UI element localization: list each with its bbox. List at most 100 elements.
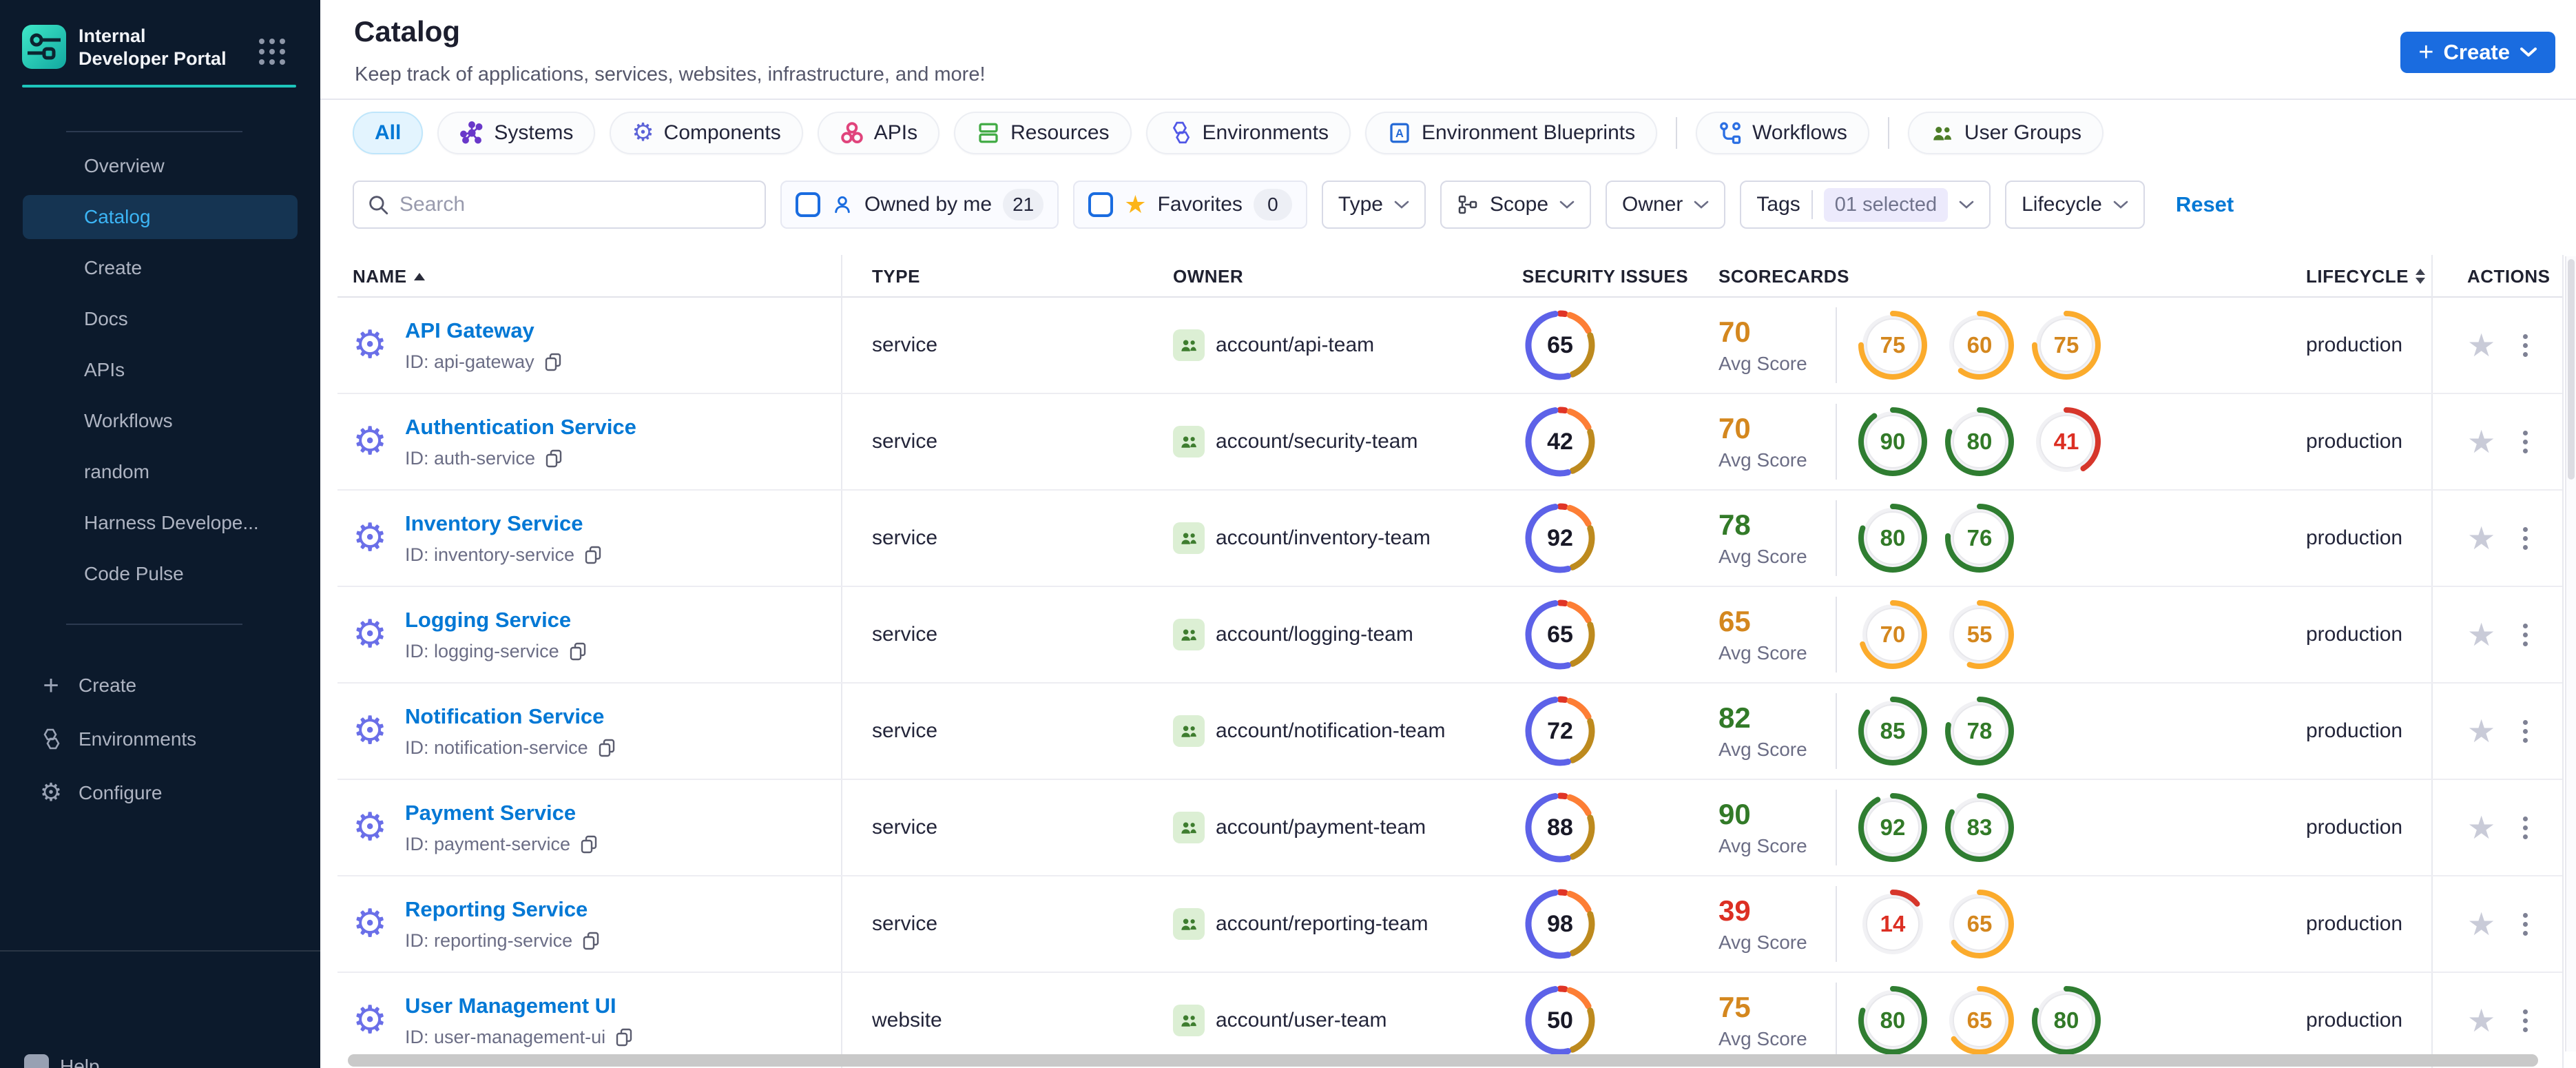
copy-icon[interactable] [543,448,564,469]
kebab-menu-icon[interactable] [2523,912,2528,936]
kebab-menu-icon[interactable] [2523,333,2528,357]
sidebar-item-docs[interactable]: Docs [0,294,320,345]
search-input[interactable] [399,193,752,216]
tags-dropdown[interactable]: Tags 01 selected [1740,181,1991,229]
tab-apis[interactable]: APIs [817,112,940,154]
score-divider [1836,500,1837,576]
sidebar-item-workflows[interactable]: Workflows [0,396,320,446]
scorecard-ring: 90 [1855,404,1931,480]
favorite-star-icon[interactable]: ★ [2467,522,2495,554]
entity-name-link[interactable]: Logging Service [405,608,588,633]
favorite-star-icon[interactable]: ★ [2467,1005,2495,1036]
favorite-star-icon[interactable]: ★ [2467,329,2495,361]
sidebar-footer-environments[interactable]: Environments [0,712,320,766]
sidebar-item-code-pulse[interactable]: Code Pulse [0,548,320,599]
component-gear-icon: ⚙ [353,805,388,850]
sidebar-item-harness-developer[interactable]: Harness Develope... [0,497,320,548]
kebab-menu-icon[interactable] [2523,1009,2528,1032]
score-divider [1836,886,1837,962]
tab-environments[interactable]: Environments [1145,112,1351,154]
column-header-owner: OWNER [1173,265,1244,287]
help-label: Help [60,1056,100,1068]
reset-filters-link[interactable]: Reset [2176,192,2234,217]
favorite-star-icon[interactable]: ★ [2467,812,2495,843]
favorite-star-icon[interactable]: ★ [2467,715,2495,747]
copy-icon[interactable] [579,834,599,854]
kebab-menu-icon[interactable] [2523,719,2528,743]
kebab-menu-icon[interactable] [2523,526,2528,550]
kebab-menu-icon[interactable] [2523,816,2528,839]
entity-type: service [872,333,938,356]
scorecard-ring: 14 [1855,886,1931,962]
tab-environment-blueprints[interactable]: A Environment Blueprints [1364,112,1658,154]
sidebar-footer-nav: + Create Environments ⚙ Configure [0,659,320,820]
component-gear-icon: ⚙ [353,419,388,464]
favorite-star-icon[interactable]: ★ [2467,619,2495,650]
chevron-down-icon [1694,201,1709,209]
sidebar-item-apis[interactable]: APIs [0,345,320,396]
entity-name-link[interactable]: Payment Service [405,801,599,825]
sidebar-item-catalog[interactable]: Catalog [23,195,298,239]
entity-id: ID: api-gateway [405,351,534,372]
column-header-lifecycle[interactable]: LIFECYCLE [2294,255,2431,298]
favorite-star-icon[interactable]: ★ [2467,908,2495,940]
sidebar-footer-create[interactable]: + Create [0,659,320,712]
chevron-down-icon [1559,201,1575,209]
favorites-count-badge: 0 [1253,189,1292,220]
copy-icon[interactable] [596,737,617,758]
entity-lifecycle: production [2306,430,2403,453]
copy-icon[interactable] [543,351,563,372]
horizontal-scrollbar[interactable] [348,1054,2538,1067]
sidebar-item-help[interactable]: Help [24,1054,100,1068]
favorites-filter[interactable]: ★ Favorites 0 [1073,181,1307,229]
resources-icon [979,123,998,143]
tab-user-groups[interactable]: User Groups [1907,112,2104,154]
favorites-checkbox[interactable] [1088,192,1114,217]
owned-by-me-filter[interactable]: Owned by me 21 [780,181,1059,229]
apps-grid-icon[interactable] [259,39,285,65]
sidebar-item-create[interactable]: Create [0,243,320,294]
kebab-menu-icon[interactable] [2523,430,2528,453]
sidebar-item-random[interactable]: random [0,446,320,497]
entity-name-link[interactable]: Inventory Service [405,511,603,536]
tab-components[interactable]: ⚙ Components [610,112,803,154]
entity-id: ID: reporting-service [405,930,573,951]
owner-dropdown[interactable]: Owner [1606,181,1726,229]
tab-all[interactable]: All [353,112,424,154]
component-gear-icon: ⚙ [353,515,388,560]
copy-icon[interactable] [568,641,588,661]
column-header-name[interactable]: NAME [337,255,842,298]
tab-systems[interactable]: Systems [437,112,596,154]
table-row: ⚙ Authentication Service ID: auth-servic… [337,394,2562,491]
tab-workflows[interactable]: Workflows [1696,112,1869,154]
copy-icon[interactable] [614,1027,634,1047]
table-row: ⚙ Inventory Service ID: inventory-servic… [337,491,2562,587]
owned-by-me-checkbox[interactable] [796,192,820,217]
entity-name-link[interactable]: Authentication Service [405,415,636,440]
avg-score: 70 Avg Score [1718,412,1807,471]
type-dropdown[interactable]: Type [1321,181,1426,229]
entity-lifecycle: production [2306,719,2403,742]
favorite-star-icon[interactable]: ★ [2467,426,2495,458]
entity-name-link[interactable]: User Management UI [405,994,634,1018]
kebab-menu-icon[interactable] [2523,623,2528,646]
copy-icon[interactable] [583,544,603,565]
entity-owner: account/inventory-team [1143,491,1502,586]
scorecard-ring: 85 [1855,693,1931,769]
scope-dropdown[interactable]: Scope [1440,181,1592,229]
entity-name-link[interactable]: Notification Service [405,704,617,729]
entity-owner: account/security-team [1143,394,1502,489]
sidebar-item-overview[interactable]: Overview [0,141,320,192]
entity-name-link[interactable]: Reporting Service [405,897,601,922]
entity-name-link[interactable]: API Gateway [405,318,563,343]
entity-lifecycle: production [2306,333,2403,356]
tab-resources[interactable]: Resources [954,112,1132,154]
entity-lifecycle: production [2306,623,2403,646]
create-button-label: Create [2443,40,2511,64]
sidebar-footer-configure[interactable]: ⚙ Configure [0,766,320,820]
copy-icon[interactable] [581,930,601,951]
vertical-scrollbar[interactable] [2565,256,2576,1051]
lifecycle-dropdown[interactable]: Lifecycle [2005,181,2145,229]
team-icon [1173,1005,1205,1036]
create-button[interactable]: + Create [2400,32,2555,73]
